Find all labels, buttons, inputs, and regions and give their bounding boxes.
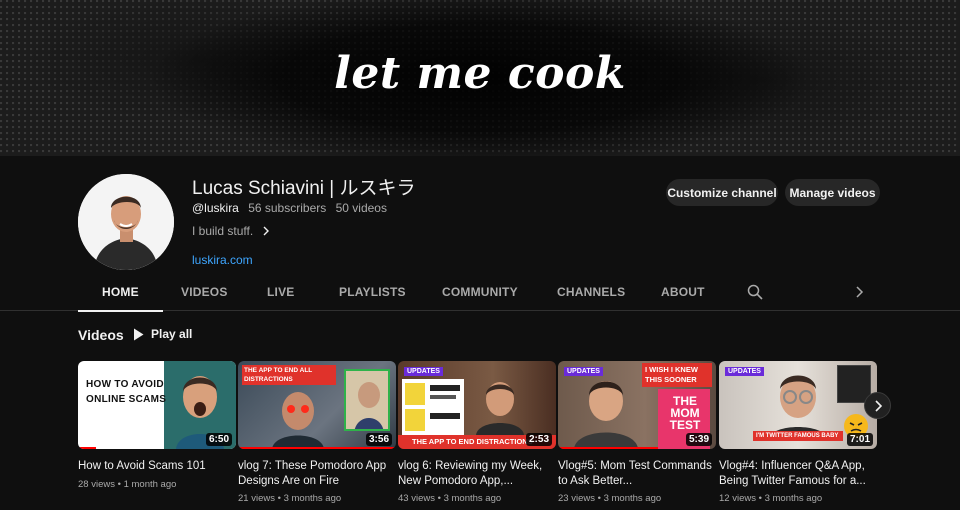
video-card[interactable]: UPDATES I WISH I KNEW THIS SOONER THE MO…	[558, 361, 716, 504]
video-card[interactable]: UPDATES I'M TWITTER FAMOUS BABY 7:01 Vlo…	[719, 361, 877, 504]
video-card[interactable]: UPDATES THE APP TO END DISTRACTIONS 2:53…	[398, 361, 556, 504]
video-count: 50 videos	[335, 201, 387, 215]
customize-channel-button[interactable]: Customize channel	[666, 179, 778, 206]
video-thumbnail[interactable]: UPDATES I'M TWITTER FAMOUS BABY 7:01	[719, 361, 877, 449]
play-icon	[134, 328, 144, 340]
thumbnail-text: I WISH I KNEW THIS SOONER	[642, 363, 712, 387]
chevron-right-icon	[263, 226, 270, 236]
description-text: I build stuff.	[192, 224, 254, 238]
upload-age: 1 month ago	[123, 479, 177, 490]
tab-community[interactable]: COMMUNITY	[442, 274, 518, 311]
video-duration: 5:39	[685, 433, 712, 446]
view-count: 43 views	[398, 493, 435, 504]
book-title: THE MOM TEST	[669, 394, 701, 432]
tab-live[interactable]: LIVE	[267, 274, 294, 311]
video-meta: 43 views • 3 months ago	[398, 493, 502, 504]
video-duration: 3:56	[365, 433, 392, 446]
upload-age: 3 months ago	[764, 493, 823, 504]
carousel-next-button[interactable]	[864, 392, 891, 419]
video-duration: 2:53	[525, 433, 552, 446]
section-title: Videos	[78, 327, 124, 343]
view-count: 23 views	[558, 493, 595, 504]
thumbnail-text: HOW TO AVOID ONLINE SCAMS	[86, 379, 167, 405]
play-all-label: Play all	[151, 327, 193, 341]
search-icon[interactable]	[746, 283, 764, 301]
video-card[interactable]: HOW TO AVOID ONLINE SCAMS 6:50 How to Av…	[78, 361, 236, 490]
video-title[interactable]: vlog 6: Reviewing my Week, New Pomodoro …	[398, 459, 556, 489]
tab-channels[interactable]: CHANNELS	[557, 274, 625, 311]
banner-text: let me cook	[334, 48, 626, 99]
updates-badge: UPDATES	[725, 367, 764, 376]
view-count: 21 views	[238, 493, 275, 504]
channel-name: Lucas Schiavini | ルスキラ	[192, 178, 416, 199]
upload-age: 3 months ago	[603, 493, 662, 504]
video-thumbnail[interactable]: UPDATES I WISH I KNEW THIS SOONER THE MO…	[558, 361, 716, 449]
video-meta: 28 views • 1 month ago	[78, 479, 177, 490]
chevron-right-icon	[874, 399, 882, 412]
view-count: 28 views	[78, 479, 115, 490]
subscriber-count: 56 subscribers	[248, 201, 327, 215]
video-meta: 23 views • 3 months ago	[558, 493, 662, 504]
video-thumbnail[interactable]: HOW TO AVOID ONLINE SCAMS 6:50	[78, 361, 236, 449]
tab-videos[interactable]: VIDEOS	[181, 274, 228, 311]
video-meta: 21 views • 3 months ago	[238, 493, 342, 504]
upload-age: 3 months ago	[443, 493, 502, 504]
tab-about[interactable]: ABOUT	[661, 274, 705, 311]
thumbnail-text: THE APP TO END ALL DISTRACTIONS	[242, 365, 336, 385]
avatar[interactable]	[78, 174, 174, 270]
manage-videos-button[interactable]: Manage videos	[785, 179, 880, 206]
upload-age: 3 months ago	[283, 493, 342, 504]
tab-home[interactable]: HOME	[78, 274, 163, 312]
channel-description[interactable]: I build stuff.	[192, 224, 271, 238]
thumbnail-text: I'M TWITTER FAMOUS BABY	[753, 431, 843, 441]
play-all-button[interactable]: Play all	[133, 327, 192, 341]
chevron-right-icon[interactable]	[852, 285, 866, 299]
channel-tabs: HOME VIDEOS LIVE PLAYLISTS COMMUNITY CHA…	[0, 274, 960, 312]
view-count: 12 views	[719, 493, 756, 504]
channel-link[interactable]: luskira.com	[192, 253, 253, 267]
video-title[interactable]: Vlog#4: Influencer Q&A App, Being Twitte…	[719, 459, 877, 489]
channel-meta: @luskira 56 subscribers 50 videos	[192, 201, 393, 215]
video-card[interactable]: THE APP TO END ALL DISTRACTIONS 3:56 vlo…	[238, 361, 396, 504]
channel-handle: @luskira	[192, 201, 239, 215]
video-thumbnail[interactable]: THE APP TO END ALL DISTRACTIONS 3:56	[238, 361, 396, 449]
video-title[interactable]: vlog 7: These Pomodoro App Designs Are o…	[238, 459, 396, 489]
tab-playlists[interactable]: PLAYLISTS	[339, 274, 406, 311]
video-duration: 7:01	[846, 433, 873, 446]
video-meta: 12 views • 3 months ago	[719, 493, 823, 504]
video-duration: 6:50	[205, 433, 232, 446]
video-title[interactable]: Vlog#5: Mom Test Commands to Ask Better.…	[558, 459, 716, 489]
updates-badge: UPDATES	[404, 367, 443, 376]
video-thumbnail[interactable]: UPDATES THE APP TO END DISTRACTIONS 2:53	[398, 361, 556, 449]
channel-banner: let me cook	[0, 0, 960, 156]
